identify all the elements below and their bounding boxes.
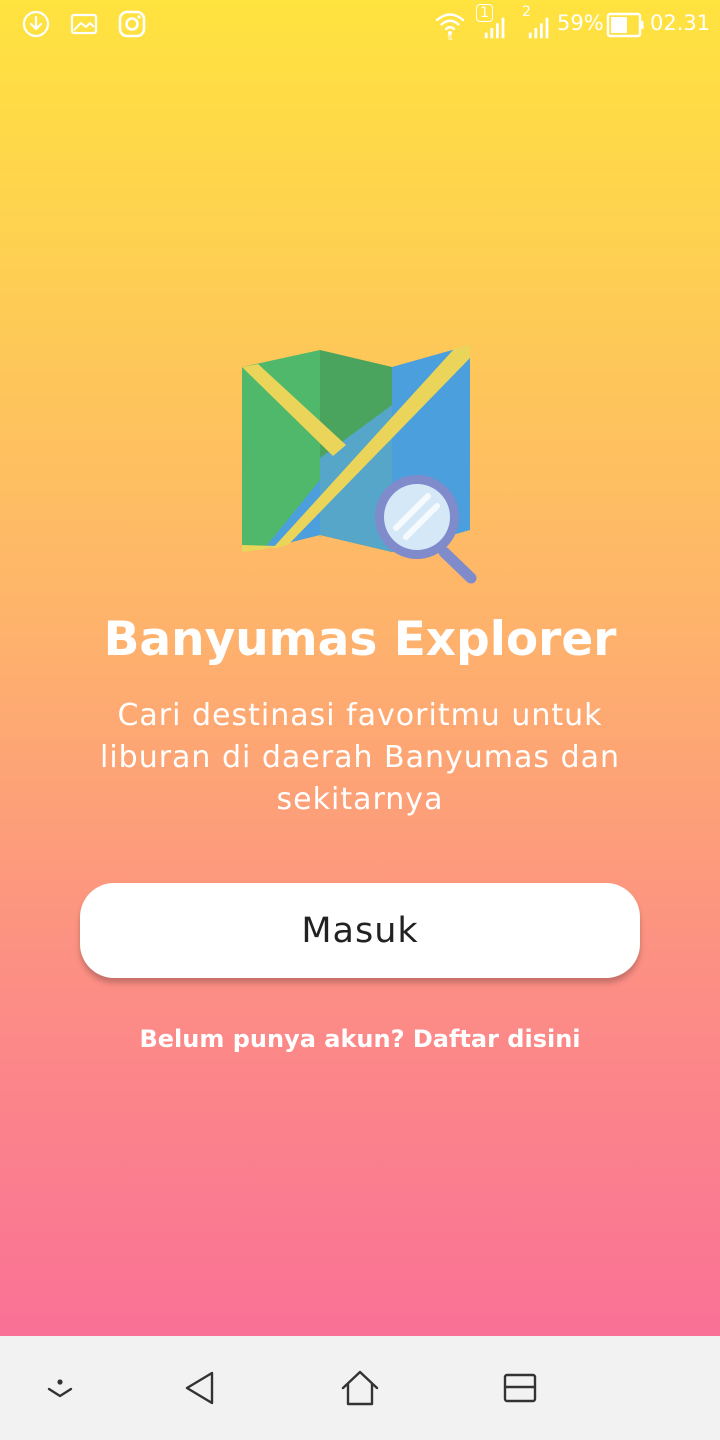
- sim1-signal: 1: [474, 4, 514, 44]
- back-icon[interactable]: [178, 1366, 222, 1410]
- recents-icon[interactable]: [498, 1366, 542, 1410]
- login-button[interactable]: Masuk: [80, 883, 640, 978]
- app-title: Banyumas Explorer: [103, 612, 617, 667]
- status-bar: ⇅ 1 2 59% 02.31: [0, 0, 720, 50]
- svg-text:⇅: ⇅: [447, 34, 453, 40]
- battery-percent: 59%: [557, 11, 604, 35]
- sim2-signal: 2: [520, 4, 560, 44]
- image-icon: [70, 13, 98, 35]
- wifi-icon: ⇅: [435, 13, 465, 40]
- clock: 02.31: [650, 11, 711, 35]
- map-search-icon: [242, 345, 477, 584]
- home-icon[interactable]: [338, 1366, 382, 1410]
- download-icon: [22, 10, 50, 38]
- signal-icon: [484, 17, 505, 39]
- signal-icon: [528, 17, 549, 39]
- app-screen: ⇅ 1 2 59% 02.31 Banyumas Explorer Cari d…: [0, 0, 720, 1336]
- collapse-icon[interactable]: [38, 1366, 82, 1410]
- register-link[interactable]: Belum punya akun? Daftar disini: [0, 1025, 720, 1053]
- battery-icon: [606, 12, 644, 38]
- instagram-icon: [118, 10, 146, 38]
- navigation-bar: [0, 1336, 720, 1440]
- app-subtitle: Cari destinasi favoritmu untuk liburan d…: [99, 698, 621, 817]
